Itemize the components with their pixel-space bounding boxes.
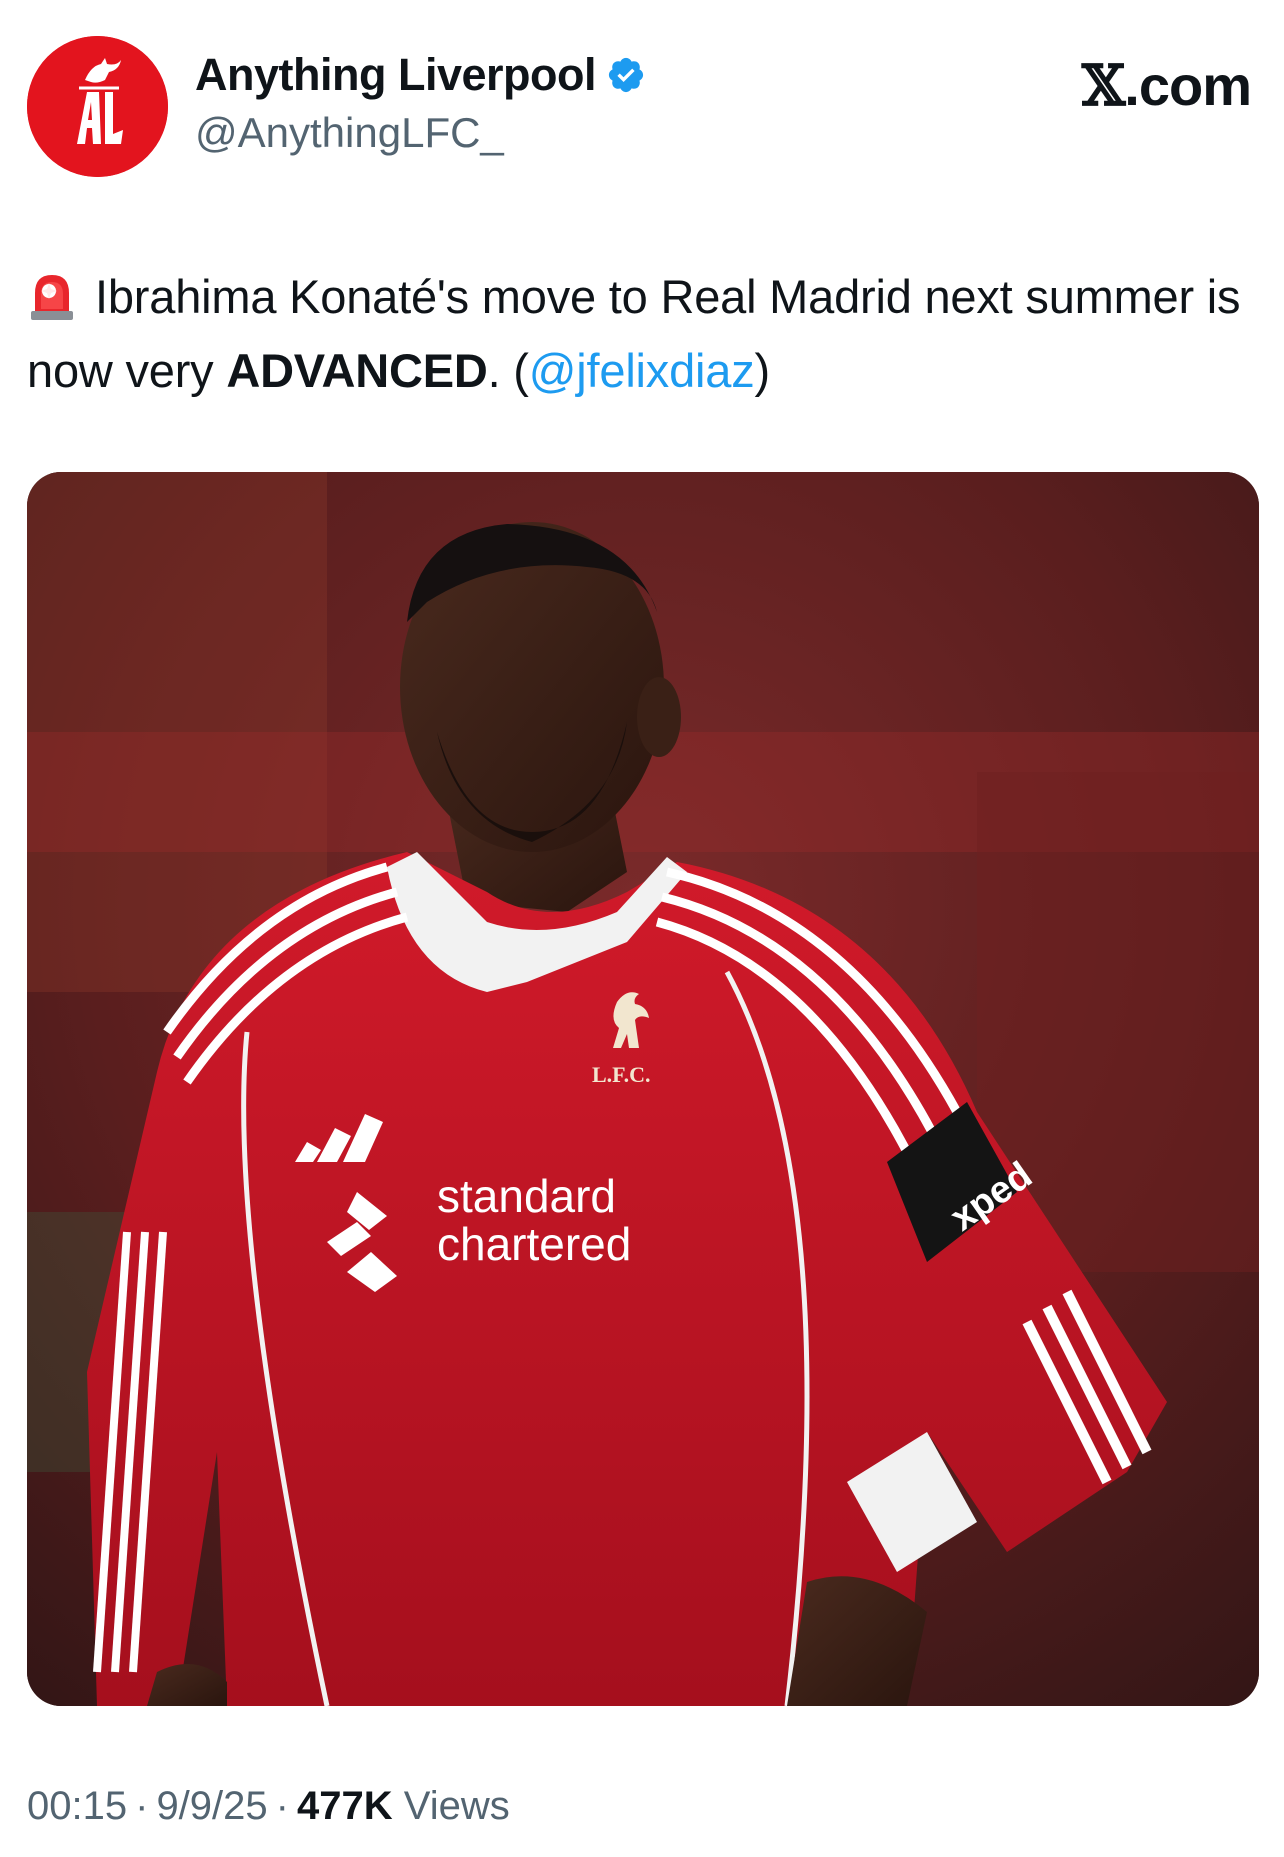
- liverbird-al-logo-icon: [27, 36, 168, 177]
- tweet-text-part2: . (: [487, 344, 529, 397]
- separator-dot: ·: [275, 1784, 289, 1828]
- verified-badge-icon: [608, 57, 644, 93]
- account-avatar[interactable]: [27, 36, 168, 177]
- tweet-time[interactable]: 00:15: [27, 1784, 127, 1828]
- x-com-brand[interactable]: 𝕏.com: [1081, 53, 1252, 119]
- account-handle[interactable]: @AnythingLFC_: [195, 106, 646, 160]
- siren-icon: [31, 275, 73, 320]
- views-count: 477K: [296, 1784, 393, 1828]
- shirt-sponsor-line2: chartered: [437, 1218, 631, 1270]
- brand-suffix: .com: [1124, 54, 1252, 117]
- tweet-date[interactable]: 9/9/25: [156, 1784, 267, 1828]
- crest-text: L.F.C.: [592, 1062, 650, 1087]
- display-name[interactable]: Anything Liverpool: [195, 48, 597, 102]
- tweet-meta: 00:15 · 9/9/25 · 477K Views: [27, 1780, 510, 1832]
- x-logo-icon: 𝕏: [1081, 53, 1125, 119]
- player-photo-icon: xped L.F.C. standard chartered: [27, 472, 1259, 1706]
- shirt-sponsor-line1: standard: [437, 1170, 616, 1222]
- separator-dot: ·: [135, 1784, 149, 1828]
- tweet-media[interactable]: xped L.F.C. standard chartered: [27, 472, 1259, 1706]
- tweet-header: Anything Liverpool @AnythingLFC_ 𝕏.com: [27, 36, 1257, 181]
- views-label: Views: [403, 1784, 510, 1828]
- tweet-text-bold: ADVANCED: [226, 344, 488, 397]
- mention-link[interactable]: @jfelixdiaz: [529, 344, 755, 397]
- tweet-text: Ibrahima Konaté's move to Real Madrid ne…: [27, 260, 1257, 408]
- tweet-text-part3: ): [754, 344, 771, 397]
